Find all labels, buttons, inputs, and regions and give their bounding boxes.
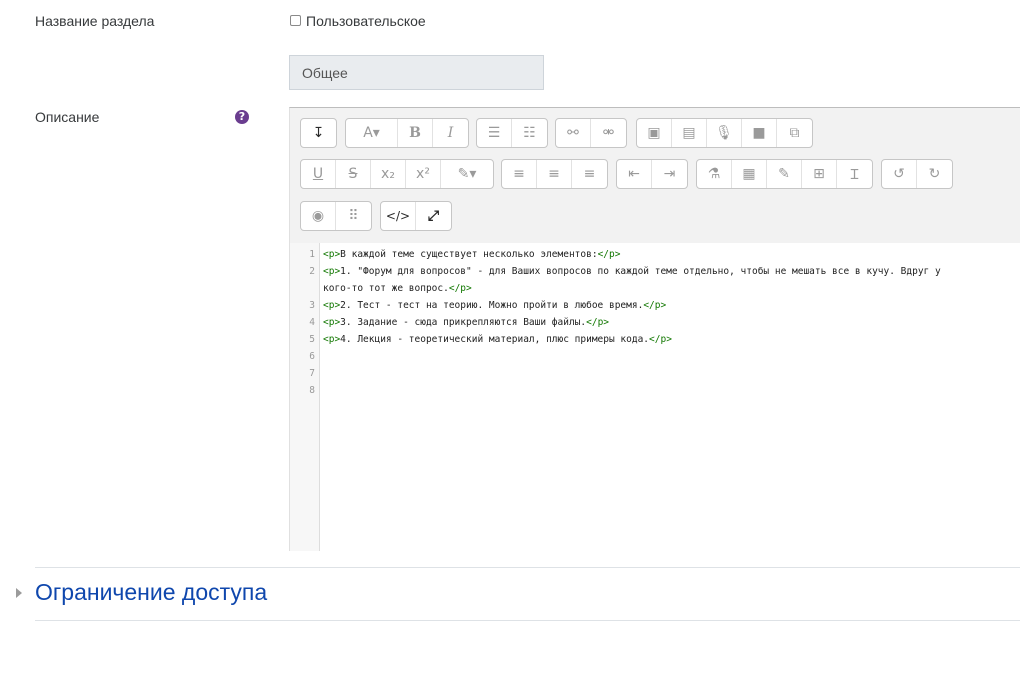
- editor-toolbar: ↧ A▾ B I ☰ ☷ ⚯ ⚮ ▣ ▤ 🎙 ■ ⧉ U S x₂ x² ✎▾: [290, 108, 1020, 244]
- line-number-gutter: [290, 243, 320, 551]
- toolbar-group-insert: ⚗ ▦ ✎ ⊞ Ɪ: [696, 159, 873, 189]
- custom-checkbox-label[interactable]: Пользовательское: [306, 13, 426, 29]
- section-name-label: Название раздела: [35, 13, 155, 29]
- underline-button[interactable]: U: [301, 160, 336, 188]
- code-line: <p>4. Лекция - теоретический материал, п…: [323, 334, 672, 345]
- code-line: <p>1. "Форум для вопросов" - для Ваших в…: [323, 266, 941, 277]
- html-open-tag: <p>: [323, 249, 341, 260]
- font-family-button[interactable]: A▾: [346, 119, 398, 147]
- description-label: Описание: [35, 109, 100, 125]
- toolbar-group-lists: ☰ ☷: [476, 118, 548, 148]
- toolbar-group-links: ⚯ ⚮: [555, 118, 627, 148]
- numbered-list-button[interactable]: ☷: [512, 119, 547, 147]
- bold-button[interactable]: B: [398, 119, 433, 147]
- code-text: 3. Задание - сюда прикрепляются Ваши фай…: [340, 317, 587, 328]
- html-close-tag: </p>: [586, 317, 610, 328]
- html-close-tag: </p>: [597, 249, 621, 260]
- code-line: кого-то тот же вопрос.</p>: [323, 283, 472, 294]
- line-number: 5: [309, 334, 315, 345]
- edit-button[interactable]: ✎: [767, 160, 802, 188]
- html-code-area[interactable]: 1 <p>В каждой теме существует несколько э…: [290, 243, 1020, 551]
- screenreader-helper-button[interactable]: ⠿: [336, 202, 371, 230]
- section-divider-top: [35, 567, 1020, 568]
- indent-button[interactable]: ⇥: [652, 160, 687, 188]
- link-button[interactable]: ⚯: [556, 119, 591, 147]
- media-button[interactable]: ▤: [672, 119, 707, 147]
- html-close-tag: </p>: [448, 283, 472, 294]
- subscript-button[interactable]: x₂: [371, 160, 406, 188]
- manage-files-button[interactable]: ⧉: [777, 119, 812, 147]
- code-line: <p>В каждой теме существует несколько эл…: [323, 249, 620, 260]
- code-text: 4. Лекция - теоретический материал, плюс…: [340, 334, 650, 345]
- table-button[interactable]: ⊞: [802, 160, 837, 188]
- cursor-button[interactable]: Ɪ: [837, 160, 872, 188]
- custom-checkbox[interactable]: [290, 15, 301, 26]
- unlink-button[interactable]: ⚮: [591, 119, 626, 147]
- italic-button[interactable]: I: [433, 119, 468, 147]
- text-editor: ↧ A▾ B I ☰ ☷ ⚯ ⚮ ▣ ▤ 🎙 ■ ⧉ U S x₂ x² ✎▾: [289, 107, 1020, 551]
- toolbar-group-view: </> ⤢: [380, 201, 452, 231]
- text-color-button[interactable]: ✎▾: [441, 160, 493, 188]
- expand-caret-icon[interactable]: [16, 588, 22, 598]
- html-mode-button[interactable]: </>: [381, 202, 416, 230]
- accessibility-checker-button[interactable]: ◉: [301, 202, 336, 230]
- line-number: 8: [309, 385, 315, 396]
- toolbar-group-accessibility: ◉ ⠿: [300, 201, 372, 231]
- undo-button[interactable]: ↺: [882, 160, 917, 188]
- code-text: В каждой теме существует несколько элеме…: [340, 249, 598, 260]
- restrict-access-heading[interactable]: Ограничение доступа: [35, 579, 267, 606]
- line-number: 4: [309, 317, 315, 328]
- fullscreen-button[interactable]: ⤢: [416, 202, 451, 230]
- record-video-button[interactable]: ■: [742, 119, 777, 147]
- align-left-button[interactable]: ≡: [502, 160, 537, 188]
- toolbar-group-history: ↺ ↻: [881, 159, 953, 189]
- image-button[interactable]: ▣: [637, 119, 672, 147]
- record-audio-button[interactable]: 🎙: [707, 119, 742, 147]
- align-right-button[interactable]: ≡: [572, 160, 607, 188]
- html-open-tag: <p>: [323, 266, 341, 277]
- html-close-tag: </p>: [649, 334, 672, 345]
- html-close-tag: </p>: [643, 300, 667, 311]
- html-open-tag: <p>: [323, 300, 341, 311]
- strikethrough-button[interactable]: S: [336, 160, 371, 188]
- code-text: 1. "Форум для вопросов" - для Ваших вопр…: [340, 266, 941, 277]
- bullet-list-button[interactable]: ☰: [477, 119, 512, 147]
- line-number: 2: [309, 266, 315, 277]
- code-text: 2. Тест - тест на теорию. Можно пройти в…: [340, 300, 644, 311]
- code-line: <p>3. Задание - сюда прикрепляются Ваши …: [323, 317, 609, 328]
- line-number: 6: [309, 351, 315, 362]
- toolbar-group-indent: ⇤ ⇥: [616, 159, 688, 189]
- toolbar-group-align: ≡ ≡ ≡: [501, 159, 608, 189]
- outdent-button[interactable]: ⇤: [617, 160, 652, 188]
- toolbar-group-media: ▣ ▤ 🎙 ■ ⧉: [636, 118, 813, 148]
- toolbar-group-style: A▾ B I: [345, 118, 469, 148]
- toolbar-group-collapse: ↧: [300, 118, 337, 148]
- section-name-input[interactable]: Общее: [289, 55, 544, 90]
- line-number: 7: [309, 368, 315, 379]
- toolbar-toggle-button[interactable]: ↧: [301, 119, 336, 147]
- code-text: кого-то тот же вопрос.: [323, 283, 449, 294]
- redo-button[interactable]: ↻: [917, 160, 952, 188]
- code-line: <p>2. Тест - тест на теорию. Можно пройт…: [323, 300, 666, 311]
- toolbar-group-format: U S x₂ x² ✎▾: [300, 159, 494, 189]
- superscript-button[interactable]: x²: [406, 160, 441, 188]
- html-open-tag: <p>: [323, 317, 341, 328]
- align-center-button[interactable]: ≡: [537, 160, 572, 188]
- calculator-button[interactable]: ▦: [732, 160, 767, 188]
- line-number: 3: [309, 300, 315, 311]
- html-open-tag: <p>: [323, 334, 341, 345]
- help-icon[interactable]: ?: [235, 110, 249, 124]
- equation-button[interactable]: ⚗: [697, 160, 732, 188]
- line-number: 1: [309, 249, 315, 260]
- section-divider-bottom: [35, 620, 1020, 621]
